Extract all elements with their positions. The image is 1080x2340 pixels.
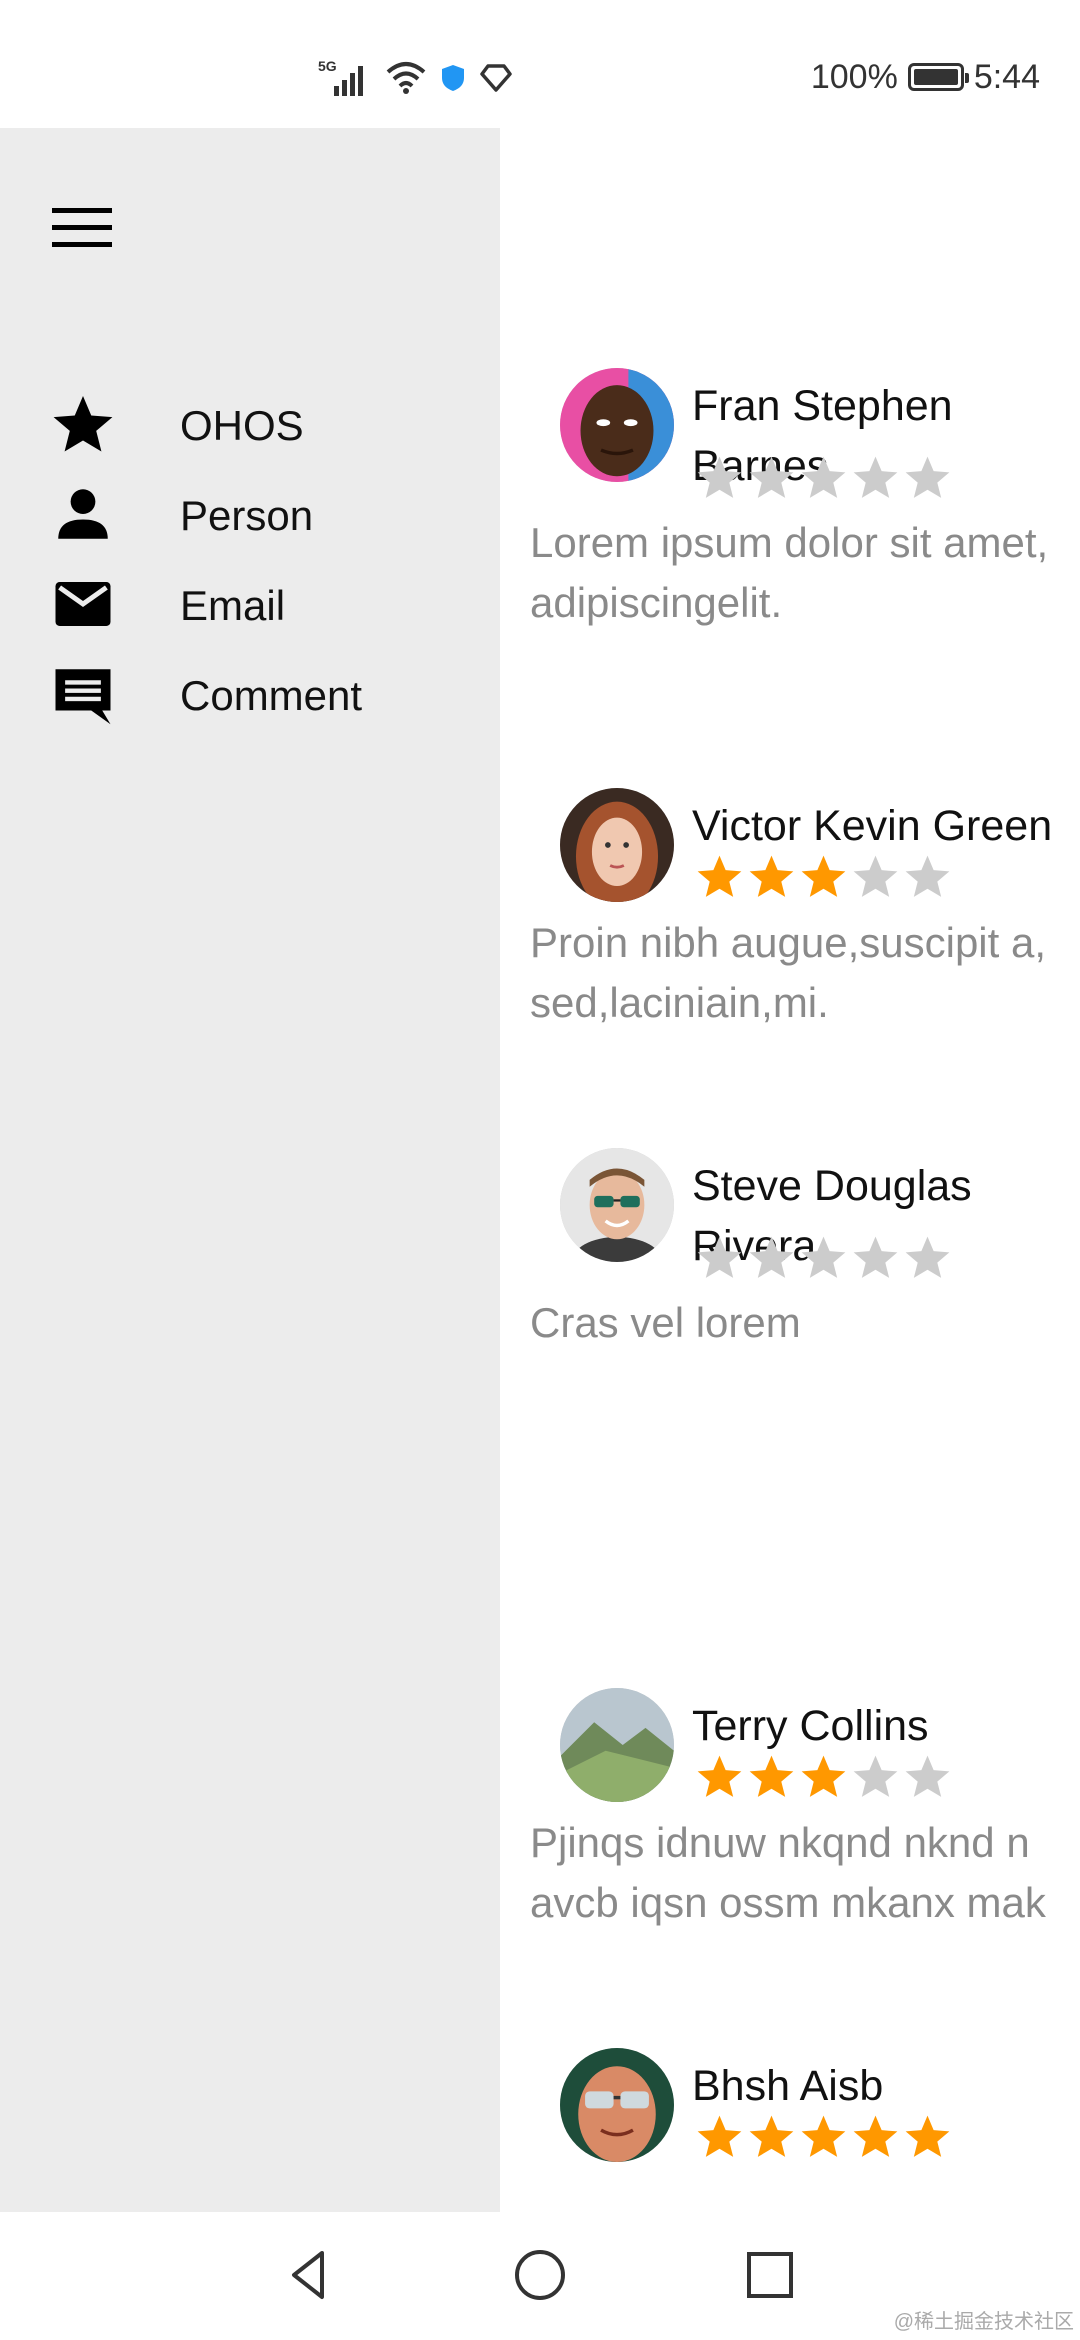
email-icon [55,582,111,626]
drawer-item-label: Person [180,492,314,539]
star-filled-icon [697,855,742,897]
review-text: Cras vel lorem [530,1299,801,1346]
star-rating [695,2112,952,2162]
navigation-bar: @稀土掘金技术社区 [0,2212,1080,2340]
star-filled-icon [801,855,846,897]
star-empty-icon [905,456,950,498]
review-text: Lorem ipsum dolor sit amet, adipiscingel… [530,519,1049,626]
reviewer-name: Victor Kevin Green [692,802,1053,850]
star-rating [695,453,952,503]
avatar [560,788,674,902]
avatar [560,1688,674,1802]
drawer-item-label: OHOS [180,402,304,449]
star-filled-icon [801,2115,846,2157]
shield-icon [442,65,464,91]
battery-icon [907,63,969,91]
star-empty-icon [801,456,846,498]
signal-icon: 5G [318,58,372,98]
star-empty-icon [697,456,742,498]
drawer-item-comment[interactable]: Comment [0,636,500,756]
back-icon[interactable] [280,2245,340,2305]
star-icon [53,395,113,452]
person-icon [58,489,108,539]
review-text: Pjinqs idnuw nkqnd nknd n avcb iqsn ossm… [530,1819,1046,1926]
comment-icon [55,669,111,725]
star-filled-icon [749,1755,794,1797]
star-filled-icon [749,855,794,897]
star-filled-icon [697,2115,742,2157]
navigation-drawer: OHOS Person Email Comment [0,128,500,2212]
reviewer-name: Bhsh Aisb [692,2062,884,2110]
status-right: 100% 5:44 [811,52,1040,102]
review-list[interactable]: Fran Stephen Barnes Lorem ipsum dolor si… [500,128,1080,2212]
star-empty-icon [749,456,794,498]
star-empty-icon [905,855,950,897]
battery-percent: 100% [810,57,898,96]
star-empty-icon [801,1236,846,1278]
star-empty-icon [697,1236,742,1278]
star-empty-icon [853,1755,898,1797]
drawer-item-label: Comment [180,672,363,719]
star-empty-icon [749,1236,794,1278]
star-filled-icon [853,2115,898,2157]
watermark: @稀土掘金技术社区 [893,2311,1074,2333]
reviewer-name: Terry Collins [692,1702,929,1750]
status-icons: 5G [318,56,512,100]
star-filled-icon [905,2115,950,2157]
wifi-icon [386,62,426,94]
star-rating [695,1752,952,1802]
drawer-item-label: Email [180,582,286,629]
avatar [560,1148,674,1262]
star-empty-icon [853,1236,898,1278]
recents-icon[interactable] [740,2245,800,2305]
diamond-icon [480,64,512,92]
star-filled-icon [749,2115,794,2157]
star-empty-icon [905,1755,950,1797]
star-empty-icon [905,1236,950,1278]
star-rating [695,1233,952,1283]
star-filled-icon [697,1755,742,1797]
avatar [560,2048,674,2162]
star-rating [695,852,952,902]
home-icon[interactable] [510,2245,570,2305]
star-empty-icon [853,855,898,897]
hamburger-icon[interactable] [52,208,112,256]
review-text: Proin nibh augue,suscipit a, sed,lacinia… [530,919,1046,1026]
avatar [560,368,674,482]
network-label: 5G [318,58,337,74]
star-empty-icon [853,456,898,498]
clock: 5:44 [973,57,1040,96]
status-bar: 5G 100% 5:44 [0,0,1080,128]
star-filled-icon [801,1755,846,1797]
